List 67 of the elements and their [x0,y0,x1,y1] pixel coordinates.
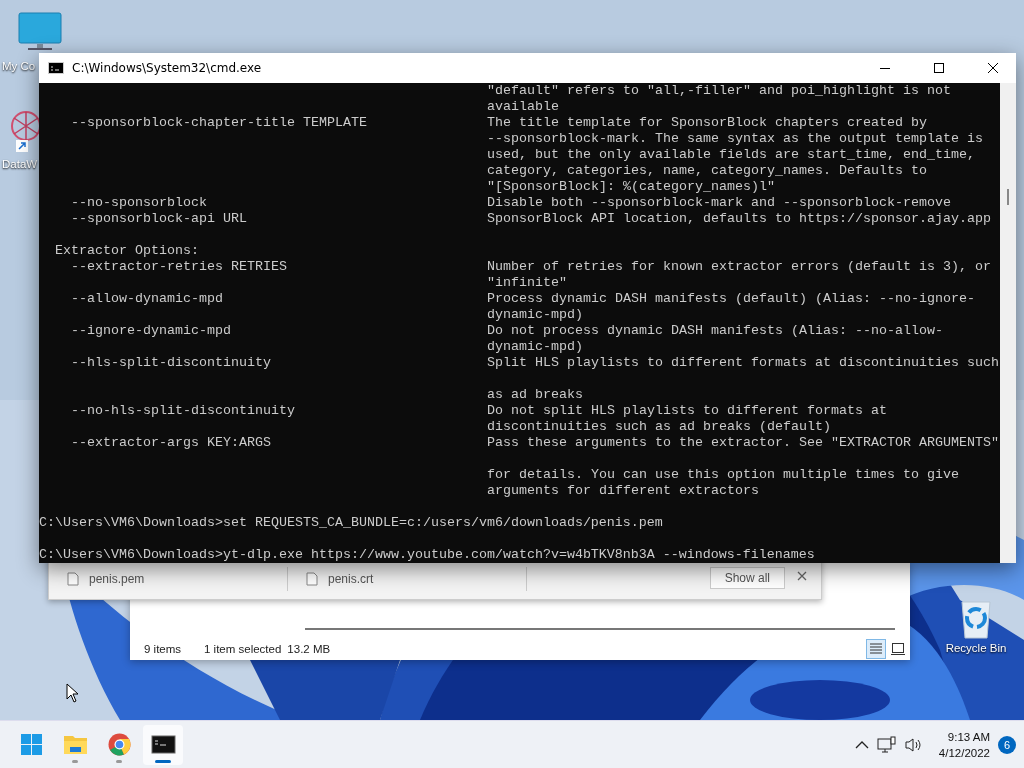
command-line: C:\Users\VM6\Downloads>yt-dlp.exe https://www.youtube.com/watch?v=w4bTKV8nb3A --windows-filenames [39,547,815,562]
description-text: Do not split HLS playlists to different formats at [487,403,888,419]
close-icon [988,63,998,73]
option-text: --sponsorblock-api URL [70,211,248,227]
description-text: Number of retries for known extractor errors (default is 3), or [487,259,992,275]
clock-time[interactable]: 9:13 AM [947,728,990,745]
file-icon [67,572,79,586]
description-text: Do not process dynamic DASH manifests (Alias: --no-allow- [487,323,944,339]
notification-badge[interactable]: 6 [998,735,1016,754]
description-text: dynamic-mpd) [487,339,584,355]
option-text: --hls-split-discontinuity [70,355,272,371]
description-text: as ad breaks [487,387,584,403]
description-text: used, but the only available fields are start_time, end_time, [487,147,976,163]
taskbar-app-button[interactable] [143,724,183,765]
option-text: --allow-dynamic-mpd [70,291,224,307]
option-text: --sponsorblock-chapter-title TEMPLATE [70,115,368,131]
command-line: C:\Users\VM6\Downloads>set REQUESTS_CA_BUNDLE=c:/users/vm6/downloads/penis.pem [39,515,663,530]
network-icon[interactable] [876,735,897,754]
console-icon [150,732,176,757]
description-text: dynamic-mpd) [487,307,584,323]
selection-size: 13.2 MB [287,643,331,655]
file-icon [306,572,318,586]
item-count: 9 items [144,643,183,655]
description-text: Pass these arguments to the extractor. See "EXTRACTOR ARGUMENTS" [487,435,1000,451]
description-text: "[SponsorBlock]: %(category_names)l" [487,179,776,195]
download-item[interactable]: penis.pem [49,567,288,591]
monitor-icon [18,12,62,50]
description-text: "infinite" [487,275,568,291]
scroll-thumb[interactable] [1007,189,1009,205]
volume-icon[interactable] [904,736,923,753]
window-title: C:\Windows\System32\cmd.exe [72,61,263,75]
description-text: Disable both --sponsorblock-mark and --sponsorblock-remove [487,195,952,211]
option-text: --no-hls-split-discontinuity [70,403,296,419]
horizontal-scrollbar[interactable] [305,628,895,630]
option-text: --no-sponsorblock [70,195,208,211]
option-text: --extractor-args KEY:ARGS [70,435,272,451]
close-icon[interactable] [797,571,807,581]
selection-status: 1 item selected [204,643,282,655]
chevron-up-icon[interactable] [854,739,869,750]
description-text: Process dynamic DASH manifests (default) (Alias: --no-ignore- [487,291,976,307]
icon-label[interactable]: Recycle Bin [945,642,1007,654]
description-text: for details. You can use this option multiple times to give [487,467,960,483]
description-text: "default" refers to "all,-filler" and poi_highlight is not [487,83,952,99]
browser-icon [106,732,132,757]
description-text: Split HLS playlists to different formats at discontinuities such [487,355,1000,371]
clock-date[interactable]: 4/12/2022 [938,744,990,761]
option-text: --ignore-dynamic-mpd [70,323,232,339]
start-icon [18,732,44,757]
description-text: SponsorBlock API location, defaults to https://sponsor.ajay.app [487,211,992,227]
vertical-scrollbar[interactable] [1000,83,1016,563]
details-view-icon [868,641,884,657]
description-text: arguments for different extractors [487,483,760,499]
description-text: The title template for SponsorBlock chapters created by [487,115,928,131]
console-icon [48,62,64,74]
description-text: --sponsorblock-mark. The same syntax as the output template is [487,131,984,147]
option-text: --extractor-retries RETRIES [70,259,288,275]
description-text: available [487,99,560,115]
shortcut-icon [11,111,41,152]
recycle-bin-icon [961,601,991,639]
show-all-button[interactable]: Show all [709,567,785,589]
section-heading: Extractor Options: [54,243,199,258]
tiles-view-icon [890,641,906,657]
description-text: discontinuities such as ad breaks (default) [487,419,832,435]
description-text: category, categories, name, category_names. Defaults to [487,163,928,179]
download-item[interactable]: penis.crt [288,567,527,591]
cursor-icon [66,683,80,703]
maximize-icon [934,63,944,73]
